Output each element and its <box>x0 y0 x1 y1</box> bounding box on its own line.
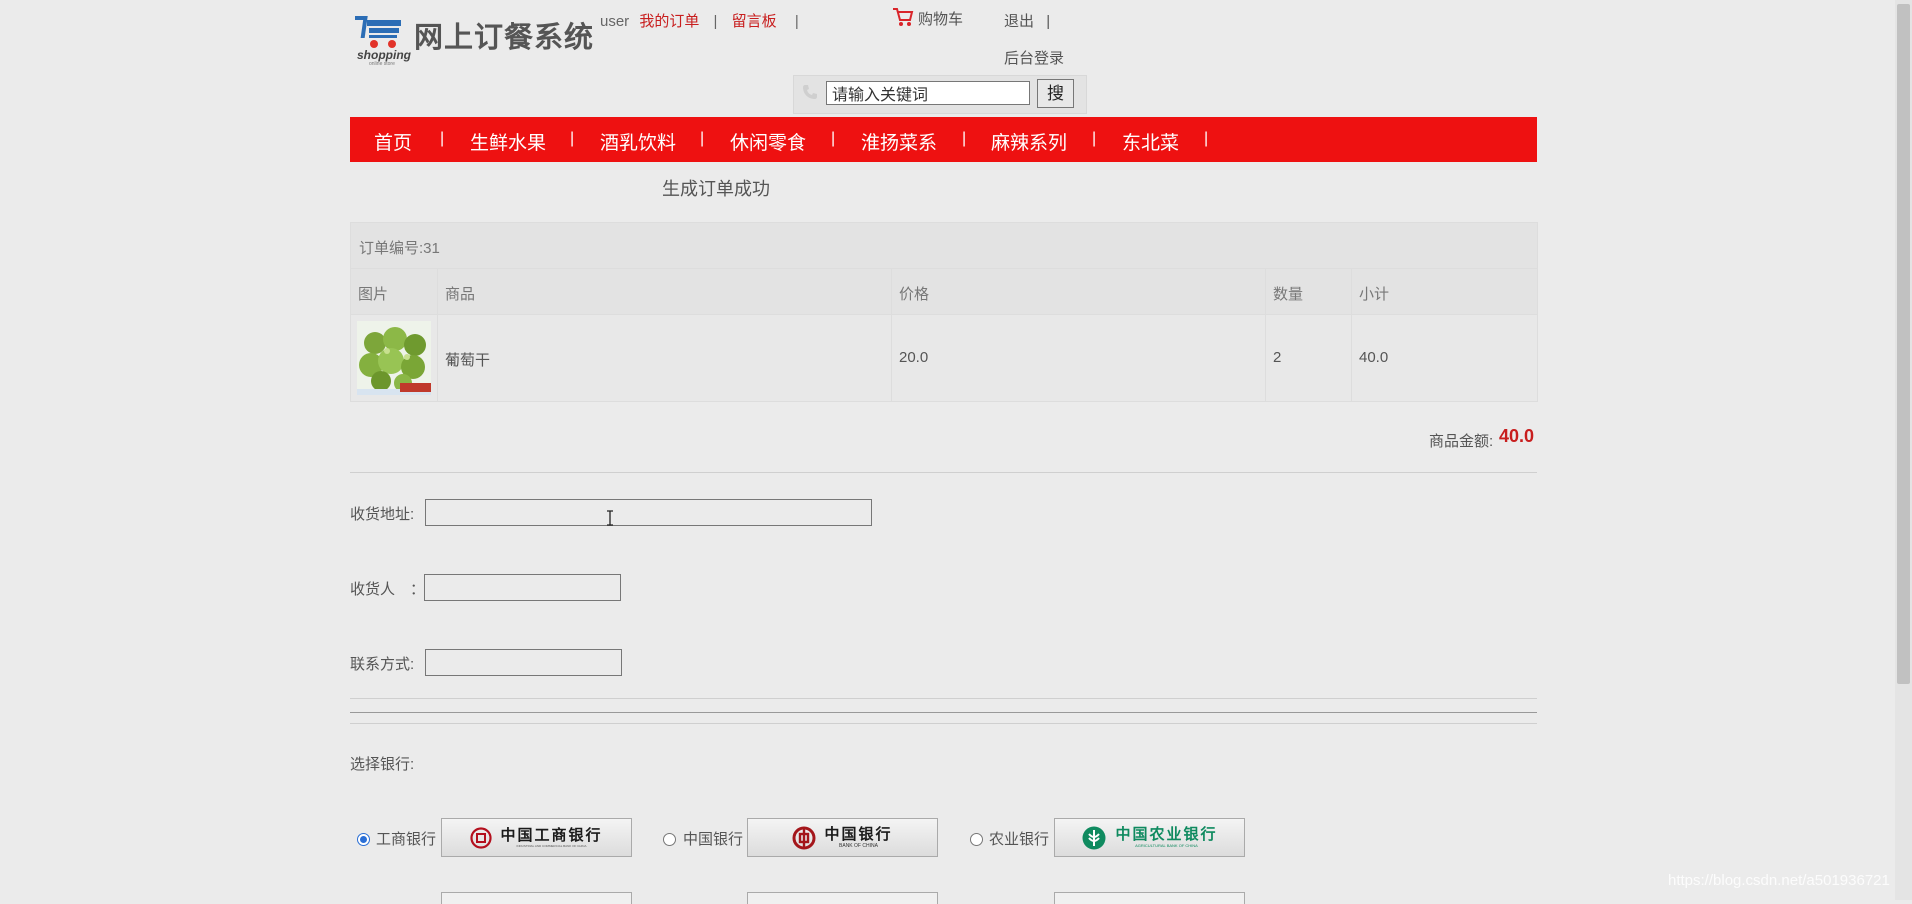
receiver-label: 收货人 ： <box>350 581 426 598</box>
header-cell: 商品 <box>437 269 891 314</box>
abc-logo-button[interactable]: 中国农业银行 AGRICULTURAL BANK OF CHINA <box>1054 818 1245 857</box>
product-quantity: 2 <box>1273 349 1282 366</box>
nav-separator: | <box>962 130 967 147</box>
bank-logo-button[interactable] <box>1054 892 1245 904</box>
nav-separator: | <box>1092 130 1097 147</box>
header-cell: 数量 <box>1265 269 1351 314</box>
nav-item-fresh-fruit[interactable]: 生鲜水果 <box>470 128 546 155</box>
my-orders-link[interactable]: 我的订单 <box>639 13 699 30</box>
nav-item-northeast[interactable]: 东北菜 <box>1122 128 1179 155</box>
nav-item-home[interactable]: 首页 <box>374 128 412 155</box>
logo-title: 网上订餐系统 <box>414 22 595 54</box>
shopping-cart-icon <box>893 8 914 26</box>
bank-option-label: 中国银行 <box>683 831 744 848</box>
main-nav: 首页 | 生鲜水果 | 酒乳饮料 | 休闲零食 | 淮扬菜系 | 麻辣系列 | … <box>350 117 1537 162</box>
nav-separator: | <box>1204 130 1209 147</box>
bank-radio-icbc[interactable] <box>357 833 370 846</box>
quantity-cell: 2 <box>1265 315 1351 401</box>
receiver-input[interactable] <box>424 574 621 601</box>
order-number: 订单编号:31 <box>359 240 440 257</box>
divider <box>350 712 1537 713</box>
product-cell: 葡萄干 <box>437 315 891 401</box>
product-price: 20.0 <box>899 349 929 366</box>
table-row: 葡萄干 20.0 2 40.0 <box>351 315 1537 401</box>
bank-logo-subtitle: INDUSTRIAL AND COMMERCIAL BANK OF CHINA <box>516 843 587 848</box>
address-label: 收货地址: <box>350 506 415 523</box>
divider <box>350 723 1537 724</box>
logo-subtitle: shopping <box>357 48 411 62</box>
bank-radio-boc[interactable] <box>663 833 676 846</box>
search-button[interactable]: 搜 <box>1037 79 1074 108</box>
icbc-logo-icon <box>470 826 493 849</box>
contact-label: 联系方式: <box>350 656 415 673</box>
order-table: 订单编号:31 图片 商品 价格 数量 小计 葡萄干 20.0 2 40.0 <box>350 222 1538 402</box>
divider <box>350 472 1537 473</box>
contact-input[interactable] <box>425 649 622 676</box>
subtotal-cell: 40.0 <box>1351 315 1537 401</box>
header-cell: 价格 <box>891 269 1265 314</box>
total-label: 商品金额: <box>1429 433 1494 450</box>
admin-login-link[interactable]: 后台登录 <box>1004 47 1064 68</box>
bank-logo-name: 中国农业银行 <box>1115 825 1218 843</box>
column-header-quantity: 数量 <box>1273 286 1304 303</box>
nav-item-drinks[interactable]: 酒乳饮料 <box>600 128 676 155</box>
guestbook-link[interactable]: 留言板 <box>732 13 777 30</box>
cart-label: 购物车 <box>918 11 964 28</box>
boc-logo-button[interactable]: 中国银行 BANK OF CHINA <box>747 818 938 857</box>
phone-icon <box>803 85 817 99</box>
page-title: 生成订单成功 <box>662 179 770 199</box>
logo-tagline: online store <box>369 61 395 67</box>
separator: | <box>1046 13 1051 30</box>
bank-option-label: 工商银行 <box>376 831 437 848</box>
column-header-image: 图片 <box>358 286 389 303</box>
total-value: 40.0 <box>1499 426 1535 446</box>
bank-logo-subtitle: BANK OF CHINA <box>839 842 878 849</box>
nav-separator: | <box>570 130 575 147</box>
nav-item-huaiyang[interactable]: 淮扬菜系 <box>861 128 937 155</box>
nav-separator: | <box>831 130 836 147</box>
separator: | <box>713 13 718 30</box>
bank-label: 选择银行: <box>350 756 415 773</box>
watermark: https://blog.csdn.net/a501936721 <box>1668 872 1890 889</box>
order-number-row: 订单编号:31 <box>351 223 1537 269</box>
bank-radio-abc[interactable] <box>970 833 983 846</box>
bank-logo-subtitle: AGRICULTURAL BANK OF CHINA <box>1135 843 1198 848</box>
price-cell: 20.0 <box>891 315 1265 401</box>
username: user <box>600 13 630 30</box>
product-name: 葡萄干 <box>445 352 491 369</box>
bank-logo-button[interactable] <box>747 892 938 904</box>
column-header-product: 商品 <box>445 286 476 303</box>
product-subtotal: 40.0 <box>1359 349 1389 366</box>
nav-item-snacks[interactable]: 休闲零食 <box>730 128 806 155</box>
header-cell: 图片 <box>351 269 437 314</box>
nav-item-spicy[interactable]: 麻辣系列 <box>991 128 1067 155</box>
logout-area: 退出 | <box>1004 10 1050 31</box>
boc-logo-icon <box>792 826 816 849</box>
bank-logo-button[interactable] <box>441 892 632 904</box>
column-header-price: 价格 <box>899 286 930 303</box>
text-cursor-icon <box>607 510 613 526</box>
divider <box>350 698 1537 699</box>
header-cell: 小计 <box>1351 269 1537 314</box>
address-input[interactable] <box>425 499 872 526</box>
bank-logo-name: 中国银行 <box>824 824 893 843</box>
bank-option-label: 农业银行 <box>989 831 1050 848</box>
abc-logo-icon <box>1082 826 1106 849</box>
logout-link[interactable]: 退出 <box>1004 13 1034 30</box>
bank-logo-name: 中国工商银行 <box>500 825 603 844</box>
nav-separator: | <box>440 130 445 147</box>
search-input[interactable] <box>826 81 1030 105</box>
nav-separator: | <box>700 130 705 147</box>
scrollbar-thumb[interactable] <box>1897 4 1910 684</box>
icbc-logo-button[interactable]: 中国工商银行 INDUSTRIAL AND COMMERCIAL BANK OF… <box>441 818 632 857</box>
product-image[interactable] <box>357 321 431 395</box>
table-header: 图片 商品 价格 数量 小计 <box>351 269 1537 315</box>
column-header-subtotal: 小计 <box>1359 286 1390 303</box>
top-links: user 我的订单 | 留言板 | <box>600 10 809 31</box>
separator: | <box>794 13 799 30</box>
cart-link[interactable]: 购物车 <box>892 7 963 29</box>
image-cell <box>351 315 437 401</box>
